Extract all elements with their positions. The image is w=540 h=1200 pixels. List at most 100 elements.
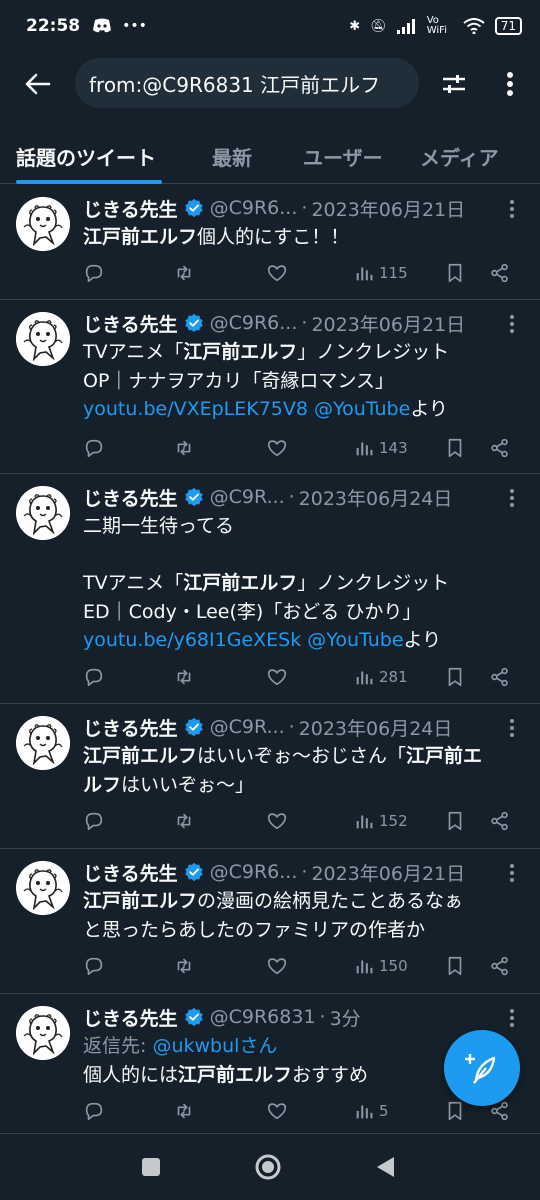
reply-button[interactable] <box>83 437 105 459</box>
retweet-button[interactable] <box>173 262 195 284</box>
tab-media[interactable]: メディア <box>420 128 499 184</box>
views-button[interactable]: 115 <box>353 262 408 284</box>
author-name[interactable]: じきる先生 <box>83 484 178 511</box>
bookmark-button[interactable] <box>444 437 466 459</box>
tab-top[interactable]: 話題のツイート <box>16 128 156 184</box>
tweet[interactable]: じきる先生 @C9R... · 2023年06月24日 江戸前エルフはいいぞぉ〜おじさん… <box>0 704 540 849</box>
views-button[interactable]: 143 <box>353 437 408 459</box>
reply-button[interactable] <box>83 1100 105 1122</box>
tweet[interactable]: じきる先生 @C9R... · 2023年06月24日 二期一生待ってる TVアニメ「江… <box>0 474 540 704</box>
avatar[interactable] <box>16 716 70 770</box>
tab-latest[interactable]: 最新 <box>212 128 252 184</box>
tweet-text-segment: おすすめ <box>292 1063 369 1086</box>
back-button[interactable] <box>8 54 68 114</box>
share-button[interactable] <box>489 262 511 284</box>
reply-button[interactable] <box>83 955 105 977</box>
compose-tweet-button[interactable] <box>444 1030 520 1106</box>
reply-button[interactable] <box>83 810 105 832</box>
tweet-text-segment: 」ノンクレジット <box>297 572 450 594</box>
author-name[interactable]: じきる先生 <box>83 859 178 886</box>
retweet-button[interactable] <box>173 810 195 832</box>
tweet-menu-button[interactable] <box>504 197 520 221</box>
more-options-button[interactable] <box>488 62 532 106</box>
bookmark-button[interactable] <box>444 1100 466 1122</box>
tweet-link[interactable]: @YouTube <box>314 398 410 420</box>
bookmark-button[interactable] <box>444 810 466 832</box>
tweet-link[interactable]: youtu.be/VXEpLEK75V8 <box>83 398 308 420</box>
reply-icon <box>85 439 103 458</box>
author-name[interactable]: じきる先生 <box>83 714 178 741</box>
tweet-date: 2023年06月21日 <box>311 198 466 221</box>
separator-dot: · <box>288 486 295 508</box>
tweet-menu-button[interactable] <box>504 486 520 510</box>
tweet[interactable]: じきる先生 @C9R6... · 2023年06月21日 TVアニメ「江戸前エルフ」ノン… <box>0 300 540 474</box>
tweet-link[interactable]: @YouTube <box>307 629 403 651</box>
retweet-icon <box>177 669 191 685</box>
reply-button[interactable] <box>83 666 105 688</box>
search-input[interactable]: from:@C9R6831 江戸前エルフ <box>75 58 419 108</box>
bookmark-button[interactable] <box>444 666 466 688</box>
retweet-icon <box>177 1103 191 1119</box>
tweet-text-segment: 個人的には <box>83 1063 179 1086</box>
tweet[interactable]: じきる先生 @C9R6... · 2023年06月21日 江戸前エルフの漫画の絵柄見たこ… <box>0 849 540 994</box>
tweet[interactable]: じきる先生 @C9R6... · 2023年06月21日 江戸前エルフ個人的にすこ！！ 1… <box>0 185 540 300</box>
tweet-date: 3分 <box>329 1007 361 1030</box>
tweet-link[interactable]: youtu.be/y68I1GeXESk <box>83 629 301 651</box>
views-count: 152 <box>379 812 408 830</box>
tweet-actions: 150 <box>83 951 520 981</box>
bookmark-button[interactable] <box>444 262 466 284</box>
retweet-button[interactable] <box>173 437 195 459</box>
tweet-text: TVアニメ「江戸前エルフ」ノンクレジット OP｜ナナヲアカリ「奇縁ロマンス」 you… <box>83 338 524 424</box>
avatar[interactable] <box>16 312 70 366</box>
tab-people[interactable]: ユーザー <box>303 128 383 184</box>
author-handle: @C9R6... <box>209 861 298 883</box>
like-button[interactable] <box>266 810 288 832</box>
tweet-text-segment: 」ノンクレジット <box>297 341 450 363</box>
share-button[interactable] <box>489 810 511 832</box>
tweet-menu-button[interactable] <box>504 312 520 336</box>
tweet-text-segment: OP｜ナナヲアカリ「奇縁ロマンス」 <box>83 369 395 392</box>
highlighted-keyword: 江戸前エルフ <box>183 341 298 363</box>
views-button[interactable]: 5 <box>353 1100 389 1122</box>
views-button[interactable]: 281 <box>353 666 408 688</box>
heart-icon <box>267 669 287 686</box>
avatar[interactable] <box>16 861 70 915</box>
heart-icon <box>267 1103 287 1120</box>
tweet-menu-button[interactable] <box>504 716 520 740</box>
tweet-date: 2023年06月21日 <box>311 862 466 885</box>
like-button[interactable] <box>266 955 288 977</box>
avatar[interactable] <box>16 197 70 251</box>
bookmark-button[interactable] <box>444 955 466 977</box>
share-button[interactable] <box>489 955 511 977</box>
highlighted-keyword: 江戸前エルフ <box>83 226 198 248</box>
system-back-button[interactable] <box>368 1150 402 1184</box>
notification-icons: ••• <box>92 18 147 34</box>
tweet-link[interactable]: @ukwbulさん <box>152 1035 277 1057</box>
author-name[interactable]: じきる先生 <box>83 195 178 222</box>
tweet-menu-button[interactable] <box>504 1006 520 1030</box>
tweet-header: じきる先生 @C9R... · 2023年06月24日 <box>83 712 500 742</box>
like-button[interactable] <box>266 437 288 459</box>
reply-button[interactable] <box>83 262 105 284</box>
tweet-text-segment: はいいぞぉ〜おじさん「 <box>197 745 407 767</box>
tweet-menu-button[interactable] <box>504 861 520 885</box>
like-button[interactable] <box>266 666 288 688</box>
share-button[interactable] <box>489 437 511 459</box>
retweet-button[interactable] <box>173 666 195 688</box>
author-name[interactable]: じきる先生 <box>83 1004 178 1031</box>
home-button[interactable] <box>251 1150 285 1184</box>
retweet-button[interactable] <box>173 1100 195 1122</box>
retweet-button[interactable] <box>173 955 195 977</box>
author-name[interactable]: じきる先生 <box>83 310 178 337</box>
tweet-header: じきる先生 @C9R6... · 2023年06月21日 <box>83 193 500 223</box>
like-button[interactable] <box>266 262 288 284</box>
search-filter-button[interactable] <box>432 62 476 106</box>
views-button[interactable]: 152 <box>353 810 408 832</box>
avatar[interactable] <box>16 486 70 540</box>
recents-button[interactable] <box>134 1150 168 1184</box>
views-button[interactable]: 150 <box>353 955 408 977</box>
share-button[interactable] <box>489 666 511 688</box>
like-button[interactable] <box>266 1100 288 1122</box>
avatar[interactable] <box>16 1006 70 1060</box>
views-count: 143 <box>379 439 408 457</box>
